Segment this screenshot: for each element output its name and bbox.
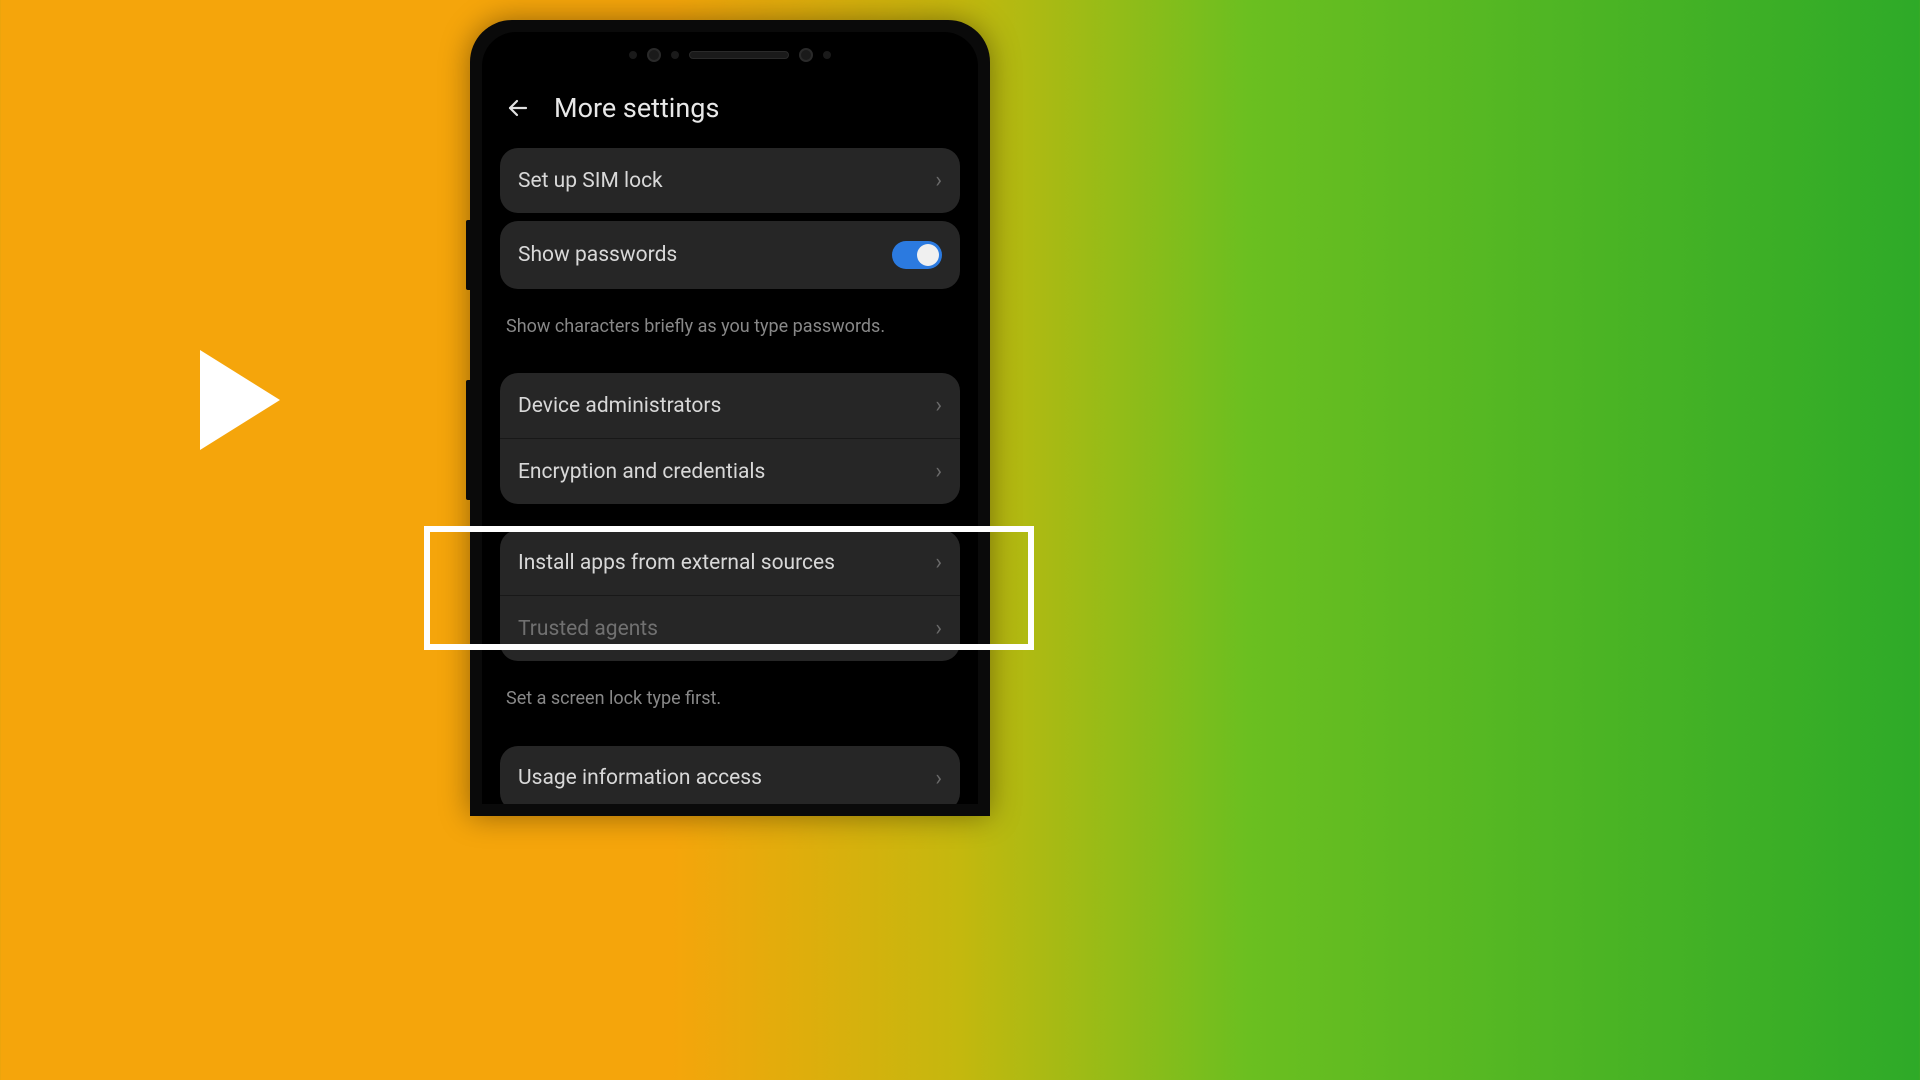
- power-button: [466, 380, 470, 500]
- row-label: Device administrators: [518, 394, 721, 418]
- chevron-right-icon: ›: [935, 550, 942, 575]
- phone-screen: More settings Set up SIM lock › Show pas…: [482, 32, 978, 804]
- row-show-passwords[interactable]: Show passwords: [500, 221, 960, 289]
- settings-header: More settings: [500, 78, 960, 148]
- row-usage-info[interactable]: Usage information access ›: [500, 746, 960, 804]
- chevron-right-icon: ›: [935, 616, 942, 641]
- volume-button: [466, 220, 470, 290]
- page-title: More settings: [554, 92, 719, 124]
- toggle-knob: [917, 244, 939, 266]
- row-sim-lock[interactable]: Set up SIM lock ›: [500, 148, 960, 213]
- chevron-right-icon: ›: [935, 766, 942, 791]
- chevron-right-icon: ›: [935, 459, 942, 484]
- row-label: Install apps from external sources: [518, 551, 835, 575]
- row-device-administrators[interactable]: Device administrators ›: [500, 373, 960, 438]
- row-encryption[interactable]: Encryption and credentials ›: [500, 438, 960, 504]
- show-passwords-hint: Show characters briefly as you type pass…: [500, 297, 960, 373]
- trusted-agents-hint: Set a screen lock type first.: [500, 669, 960, 745]
- show-passwords-toggle[interactable]: [892, 241, 942, 269]
- row-label: Trusted agents: [518, 617, 658, 641]
- chevron-right-icon: ›: [935, 168, 942, 193]
- play-icon: [200, 350, 280, 450]
- notch-area: [482, 32, 978, 78]
- row-install-external[interactable]: Install apps from external sources ›: [500, 530, 960, 595]
- row-label: Encryption and credentials: [518, 460, 765, 484]
- chevron-right-icon: ›: [935, 393, 942, 418]
- row-label: Usage information access: [518, 766, 762, 790]
- row-trusted-agents: Trusted agents ›: [500, 595, 960, 661]
- phone-frame: More settings Set up SIM lock › Show pas…: [470, 20, 990, 816]
- back-button[interactable]: [506, 96, 530, 120]
- row-label: Show passwords: [518, 243, 677, 267]
- arrow-left-icon: [506, 95, 530, 121]
- row-label: Set up SIM lock: [518, 169, 663, 193]
